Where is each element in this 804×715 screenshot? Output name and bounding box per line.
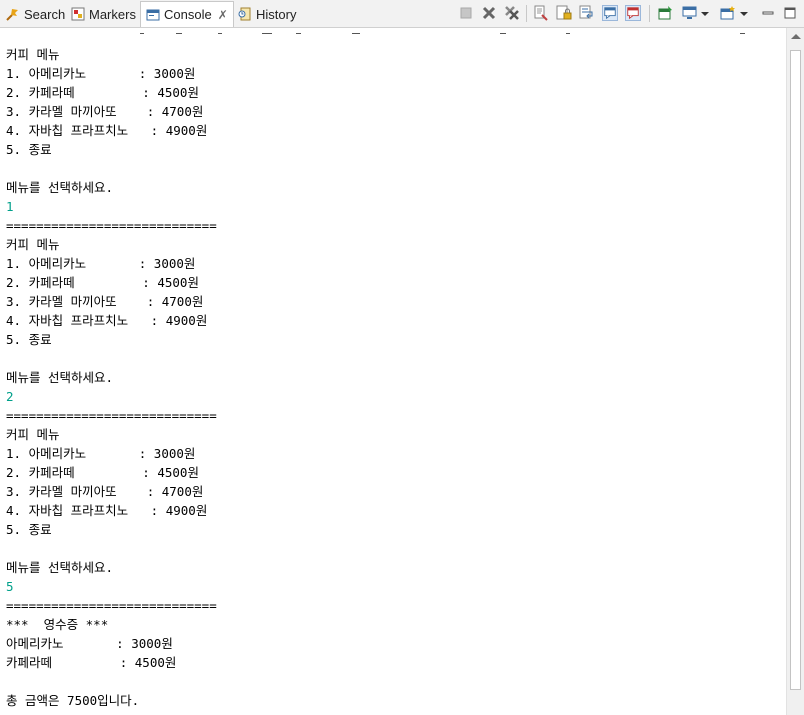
tab-search[interactable]: Search — [6, 2, 65, 26]
tab-label: Markers — [89, 6, 136, 22]
console-output-line: 5. 종료 — [6, 142, 52, 157]
console-output-line: *** 영수증 *** — [6, 617, 109, 632]
console-output-line: 1. 아메리카노 : 3000원 — [6, 446, 196, 461]
cut-off-previous-line — [0, 28, 786, 40]
console-output-line — [6, 159, 217, 178]
search-icon — [6, 9, 18, 21]
console-output-line: ============================ — [6, 218, 217, 233]
display-console-icon[interactable] — [682, 5, 698, 21]
console-output-line: 3. 카라멜 마끼아또 : 4700원 — [6, 484, 204, 499]
vertical-scrollbar[interactable] — [786, 28, 804, 715]
toolbar-separator — [649, 5, 650, 22]
console-output-line: 4. 자바칩 프라프치노 : 4900원 — [6, 313, 208, 328]
console-output-line: 메뉴를 선택하세요. — [6, 180, 114, 195]
new-console-icon[interactable] — [720, 5, 736, 21]
clear-console-icon[interactable] — [533, 5, 549, 21]
remove-launch-icon[interactable] — [481, 5, 497, 21]
console-output-line — [6, 349, 217, 368]
console-output-line: 5. 종료 — [6, 522, 52, 537]
word-wrap-icon[interactable] — [579, 5, 595, 21]
console-output-line: ============================ — [6, 598, 217, 613]
console-output-line — [6, 672, 217, 691]
toolbar-separator — [526, 5, 527, 22]
console-output-line: 카페라떼 : 4500원 — [6, 655, 177, 670]
console-output-line: 2. 카페라떼 : 4500원 — [6, 85, 199, 100]
console-output-line: 3. 카라멜 마끼아또 : 4700원 — [6, 104, 204, 119]
console-output-line: 아메리카노 : 3000원 — [6, 636, 173, 651]
console-input-line: 1 — [6, 199, 14, 214]
show-on-stderr-icon[interactable] — [625, 5, 641, 21]
console-output-line: 메뉴를 선택하세요. — [6, 370, 114, 385]
minimize-icon[interactable] — [760, 5, 776, 21]
console-output-area[interactable]: 커피 메뉴 1. 아메리카노 : 3000원 2. 카페라떼 : 4500원 3. 카… — [0, 28, 786, 715]
console-output-line: 커피 메뉴 — [6, 47, 60, 62]
console-output-line: 5. 종료 — [6, 332, 52, 347]
console-output-line: 1. 아메리카노 : 3000원 — [6, 66, 196, 81]
console-output-line: 1. 아메리카노 : 3000원 — [6, 256, 196, 271]
console-output-line — [6, 539, 217, 558]
tab-label: Search — [24, 6, 66, 22]
console-output-line: 메뉴를 선택하세요. — [6, 560, 114, 575]
scrollbar-thumb[interactable] — [790, 50, 801, 690]
console-output-line: 커피 메뉴 — [6, 237, 60, 252]
terminate-icon[interactable] — [458, 5, 474, 21]
tab-label: Console — [164, 7, 212, 22]
close-icon[interactable]: ✗ — [218, 8, 228, 22]
console-output-line: ============================ — [6, 408, 217, 423]
history-icon — [238, 7, 251, 21]
scroll-up-icon[interactable] — [791, 34, 801, 39]
console-output-line: 4. 자바칩 프라프치노 : 4900원 — [6, 123, 208, 138]
maximize-icon[interactable] — [782, 5, 798, 21]
markers-icon — [71, 7, 85, 21]
console-output-line: 2. 카페라떼 : 4500원 — [6, 465, 199, 480]
console-output-line: 2. 카페라떼 : 4500원 — [6, 275, 199, 290]
console-lines: 커피 메뉴 1. 아메리카노 : 3000원 2. 카페라떼 : 4500원 3. 카… — [6, 45, 217, 710]
remove-all-launches-icon[interactable] — [504, 5, 520, 21]
console-output-line: 3. 카라멜 마끼아또 : 4700원 — [6, 294, 204, 309]
tab-markers[interactable]: Markers — [71, 2, 136, 26]
console-icon — [146, 9, 160, 20]
console-output-line: 4. 자바칩 프라프치노 : 4900원 — [6, 503, 208, 518]
tab-console[interactable]: Console ✗ — [140, 1, 234, 27]
console-input-line: 5 — [6, 579, 14, 594]
show-on-stdout-icon[interactable] — [602, 5, 618, 21]
tab-label: History — [256, 6, 297, 22]
console-input-line: 2 — [6, 389, 14, 404]
view-tab-bar: Search Markers Console ✗ History — [0, 0, 804, 28]
console-output-line: 커피 메뉴 — [6, 427, 60, 442]
tab-history[interactable]: History — [238, 2, 296, 26]
scroll-lock-icon[interactable] — [556, 5, 572, 21]
dropdown-arrow-icon[interactable] — [739, 5, 749, 21]
dropdown-arrow-icon[interactable] — [700, 5, 710, 21]
pin-console-icon[interactable] — [657, 5, 673, 21]
console-output-line: 총 금액은 7500입니다. — [6, 693, 140, 708]
